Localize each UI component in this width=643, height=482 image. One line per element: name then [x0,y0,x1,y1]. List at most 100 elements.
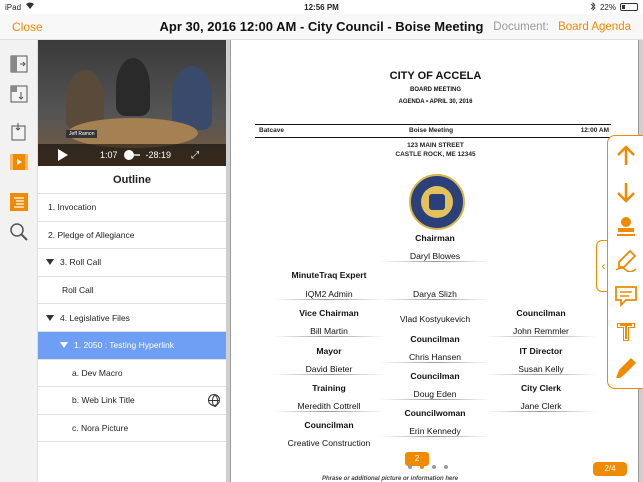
outline-item-label: b. Web Link Title [72,395,135,406]
video-current-time: 1:07 [100,150,118,160]
outline-item-label: 2. Pledge of Allegiance [48,229,135,240]
name-underline [380,362,490,363]
outline-heading: Outline [38,166,226,194]
member-role: Councilman [516,308,566,318]
video-scrubber[interactable] [123,150,134,160]
highlighter-icon[interactable] [614,356,638,380]
name-underline [274,411,384,412]
page-dots[interactable] [408,465,448,469]
doc-org-title: CITY OF ACCELA [389,70,482,82]
arrow-down-icon[interactable] [614,180,638,204]
outline-item-label: a. Dev Macro [72,367,123,378]
page-dot-active[interactable] [420,465,424,469]
outline-item-label: Roll Call [62,285,94,296]
signature-icon[interactable] [614,248,638,273]
document-viewer[interactable]: CITY OF ACCELA BOARD MEETING AGENDA • AP… [226,40,643,482]
outline-item-pledge[interactable]: 2. Pledge of Allegiance [38,222,226,250]
member-name: Doug Eden [413,389,457,399]
member-role: IT Director [519,346,563,356]
document-value[interactable]: Board Agenda [558,21,631,33]
slide-number-badge: 2 [405,452,429,466]
doc-address-line2: CASTLE ROCK, ME 12345 [395,151,476,158]
name-underline [380,436,490,437]
member-role: Chairman [415,233,455,243]
member-name: Erin Kennedy [409,426,461,436]
status-bar: iPad 12:56 PM 22% [0,0,643,14]
document-label: Document: [493,20,549,33]
page-dot[interactable] [432,465,436,469]
member-name: Vlad Kostyukevich [399,314,471,324]
globe-icon[interactable] [208,394,220,408]
page-count-badge: 2/4 [593,462,627,476]
doc-footer-note: Phrase or additional picture or informat… [321,476,459,482]
member-name: Meredith Cottrell [297,401,361,411]
name-underline [380,299,490,300]
name-underline [274,299,384,300]
page-dot[interactable] [444,465,448,469]
member-name: Jane Clerk [520,401,562,411]
fullscreen-icon[interactable]: ⤢ [191,150,199,161]
disclosure-triangle-icon[interactable] [46,259,54,266]
member-name: David Bieter [305,364,353,374]
page-export-icon[interactable] [9,122,29,142]
member-role: Councilman [410,371,460,381]
video-player[interactable]: Jeff Ramon 1:07 -28:19 ⤢ [38,40,226,166]
stamp-icon[interactable] [614,214,638,238]
outline-item-label: 4. Legislative Files [60,312,130,323]
member-role: Vice Chairman [299,308,359,318]
video-controls: 1:07 -28:19 ⤢ [38,144,226,166]
member-role: Councilman [304,420,354,430]
outline-item-nora-picture[interactable]: c. Nora Picture [38,415,226,443]
outline-item-label: c. Nora Picture [72,423,129,434]
outline-item-legislative-files[interactable]: 4. Legislative Files [38,304,226,332]
member-name: Daryl Blowes [409,251,461,261]
name-underline [380,399,490,400]
doc-meeting-time: 12:00 AM [580,127,609,134]
name-underline [380,261,490,262]
comment-icon[interactable] [614,284,638,308]
search-icon[interactable] [9,222,29,242]
outline-icon[interactable] [9,192,29,212]
layout-panel-icon[interactable] [9,84,29,104]
outline-list: 1. Invocation 2. Pledge of Allegiance 3.… [38,194,226,443]
video-person-center [116,58,150,116]
doc-location: Batcave [259,127,284,134]
video-person-right [172,66,212,130]
member-name: IQM2 Admin [305,289,353,299]
play-icon[interactable] [58,149,68,161]
outline-item-roll-call[interactable]: 3. Roll Call [38,249,226,277]
doc-rule-bottom [255,137,611,138]
name-underline [274,374,384,375]
outline-item-dev-macro[interactable]: a. Dev Macro [38,360,226,388]
outline-item-web-link[interactable]: b. Web Link Title [38,387,226,415]
member-role: MinuteTraq Expert [291,270,367,280]
document-selector[interactable]: Document: Board Agenda [493,21,631,33]
member-name: Bill Martin [310,326,348,336]
close-button[interactable]: Close [12,20,43,34]
outline-item-label: 3. Roll Call [60,257,102,268]
page-dot[interactable] [408,465,412,469]
video-icon[interactable] [9,152,29,172]
member-name: John Remmler [513,326,569,336]
outline-item-label: 1. 2050 : Testing Hyperlink [74,340,175,351]
member-name: Creative Construction [287,438,371,448]
split-panel-icon[interactable] [9,54,29,74]
text-tool-icon[interactable] [614,320,638,344]
name-underline [274,336,384,337]
outline-item-roll-call-sub[interactable]: Roll Call [38,277,226,305]
outline-item-invocation[interactable]: 1. Invocation [38,194,226,222]
outline-item-testing-hyperlink[interactable]: 1. 2050 : Testing Hyperlink [38,331,226,360]
doc-meeting-type: BOARD MEETING [410,87,461,93]
arrow-up-icon[interactable] [614,144,638,168]
member-role: Training [312,383,346,393]
member-role: City Clerk [520,383,562,393]
disclosure-triangle-icon[interactable] [46,314,54,321]
annotation-toolbar [607,135,643,389]
disclosure-triangle-icon[interactable] [60,342,68,349]
document-page: CITY OF ACCELA BOARD MEETING AGENDA • AP… [230,40,639,482]
member-name: Susan Kelly [518,364,564,374]
member-role: Councilwoman [404,408,466,418]
chevron-left-icon: ‹ [601,259,606,273]
video-track[interactable] [133,154,140,156]
member-role: Councilman [410,334,460,344]
